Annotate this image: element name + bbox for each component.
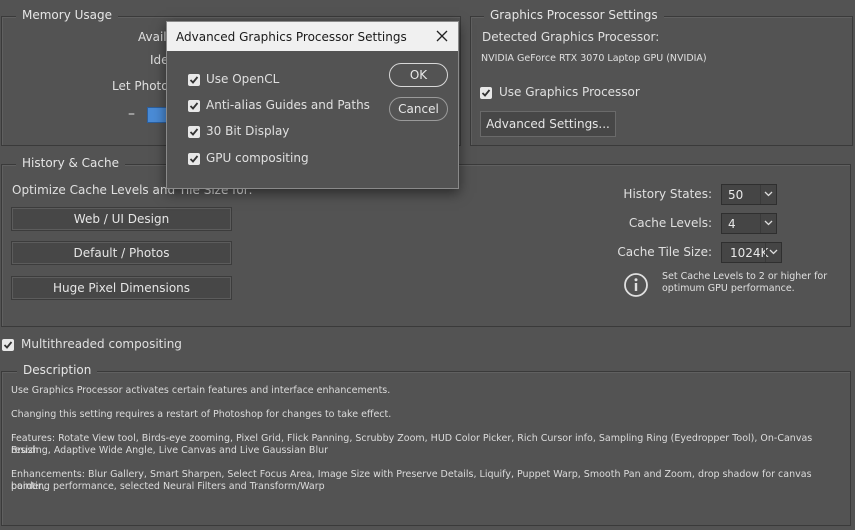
description-title: Description	[17, 363, 98, 377]
cache-tile-size-label: Cache Tile Size:	[617, 245, 712, 259]
chevron-down-icon[interactable]	[765, 243, 781, 262]
advanced-gpu-dialog: Advanced Graphics Processor Settings Use…	[166, 21, 459, 189]
cache-tile-size-select[interactable]: 1024K	[721, 242, 782, 263]
gpu-compositing-checkbox[interactable]	[188, 153, 200, 165]
available-ram-label: Avail	[138, 30, 167, 44]
cache-tile-size-value: 1024K	[730, 246, 769, 260]
graphics-processor-title: Graphics Processor Settings	[484, 8, 664, 22]
history-states-select[interactable]: 50	[721, 184, 777, 205]
ok-button[interactable]: OK	[389, 63, 448, 87]
gpu-compositing-label: GPU compositing	[206, 151, 309, 165]
history-states-value: 50	[728, 188, 744, 202]
info-icon	[623, 272, 649, 298]
default-photos-button[interactable]: Default / Photos	[11, 241, 232, 265]
cancel-button[interactable]: Cancel	[389, 97, 448, 121]
memory-slider-thumb[interactable]	[147, 107, 167, 123]
description-p3b: resizing, Adaptive Wide Angle, Live Canv…	[11, 445, 329, 456]
chevron-down-icon[interactable]	[760, 214, 776, 233]
memory-usage-title: Memory Usage	[16, 8, 119, 22]
use-opencl-label: Use OpenCL	[206, 72, 280, 86]
use-gpu-label: Use Graphics Processor	[499, 85, 640, 99]
cache-info-line-1: Set Cache Levels to 2 or higher for	[662, 271, 828, 282]
memory-decrease-icon[interactable]: –	[128, 106, 135, 122]
30-bit-display-checkbox[interactable]	[188, 126, 200, 138]
huge-pixel-dimensions-button[interactable]: Huge Pixel Dimensions	[11, 276, 232, 300]
cache-levels-select[interactable]: 4	[721, 213, 777, 234]
description-p1: Use Graphics Processor activates certain…	[11, 385, 391, 396]
gpu-name: NVIDIA GeForce RTX 3070 Laptop GPU (NVID…	[481, 53, 707, 64]
description-p2: Changing this setting requires a restart…	[11, 409, 392, 420]
multithreaded-compositing-label: Multithreaded compositing	[21, 337, 182, 351]
cache-levels-value: 4	[728, 217, 736, 231]
description-p4b: painting performance, selected Neural Fi…	[11, 481, 325, 492]
cache-info-line-2: optimum GPU performance.	[662, 283, 795, 294]
cache-levels-label: Cache Levels:	[628, 216, 712, 230]
use-gpu-checkbox[interactable]	[480, 87, 492, 99]
use-opencl-checkbox[interactable]	[188, 74, 200, 86]
dialog-title-bar: Advanced Graphics Processor Settings	[167, 22, 458, 51]
history-states-label: History States:	[623, 187, 712, 201]
advanced-settings-button[interactable]: Advanced Settings...	[480, 111, 616, 137]
multithreaded-compositing-checkbox[interactable]	[2, 339, 14, 351]
detected-gpu-label: Detected Graphics Processor:	[482, 30, 660, 44]
history-cache-title: History & Cache	[16, 156, 125, 170]
web-ui-design-button[interactable]: Web / UI Design	[11, 207, 232, 231]
30-bit-display-label: 30 Bit Display	[206, 124, 290, 138]
close-icon[interactable]	[434, 28, 450, 44]
anti-alias-label: Anti-alias Guides and Paths	[206, 98, 370, 112]
dialog-title: Advanced Graphics Processor Settings	[176, 30, 407, 44]
anti-alias-checkbox[interactable]	[188, 100, 200, 112]
chevron-down-icon[interactable]	[760, 185, 776, 204]
